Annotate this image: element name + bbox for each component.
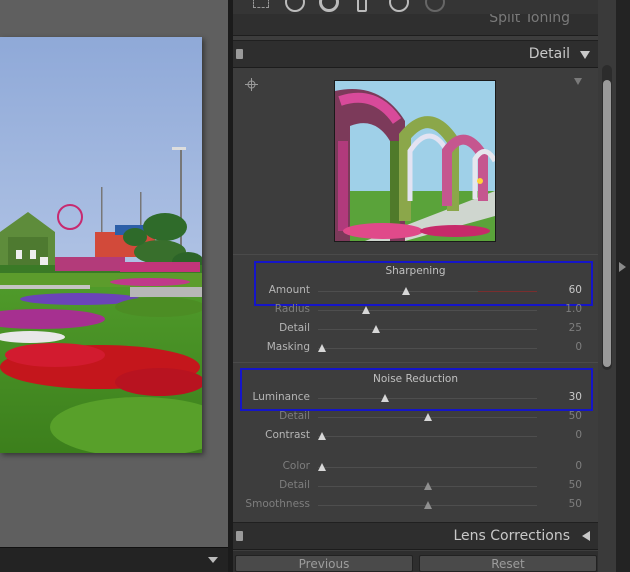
collapse-triangle-icon[interactable] xyxy=(580,51,590,59)
detail-panel-title: Detail xyxy=(528,46,570,62)
tool-crop-icon[interactable] xyxy=(253,0,269,8)
slider-thumb[interactable] xyxy=(372,325,381,333)
sharpening-masking-row[interactable]: Masking 0 xyxy=(233,340,598,356)
slider-thumb[interactable] xyxy=(318,463,327,471)
slider-value[interactable]: 60 xyxy=(569,284,582,296)
slider-thumb[interactable] xyxy=(380,394,389,402)
nr-contrast-row[interactable]: Contrast 0 xyxy=(233,428,598,444)
target-adjustment-icon[interactable] xyxy=(245,78,258,91)
slider-label: Detail xyxy=(279,479,310,491)
detail-panel-header[interactable]: Detail xyxy=(233,40,598,68)
lens-corrections-header[interactable]: Lens Corrections xyxy=(233,522,598,550)
photo-canvas[interactable] xyxy=(0,0,228,547)
nr-luminance-detail-row[interactable]: Detail 50 xyxy=(233,409,598,425)
sharpening-radius-row[interactable]: Radius 1.0 xyxy=(233,302,598,318)
slider-value[interactable]: 0 xyxy=(575,429,582,441)
slider-track[interactable] xyxy=(318,310,537,311)
preview-options-icon[interactable] xyxy=(574,78,582,85)
slider-value[interactable]: 30 xyxy=(569,391,582,403)
nr-color-detail-row[interactable]: Detail 50 xyxy=(233,478,598,494)
previous-button[interactable]: Previous xyxy=(235,555,413,572)
slider-value[interactable]: 50 xyxy=(569,410,582,422)
slider-value[interactable]: 1.0 xyxy=(565,303,582,315)
slider-thumb[interactable] xyxy=(401,287,410,295)
right-panel-edge[interactable] xyxy=(616,0,630,572)
bottom-button-bar: Previous Reset xyxy=(233,551,598,572)
slider-label: Smoothness xyxy=(245,498,310,510)
slider-label: Luminance xyxy=(252,391,310,403)
panel-switch-icon[interactable] xyxy=(236,531,243,541)
slider-label: Radius xyxy=(274,303,310,315)
slider-value[interactable]: 50 xyxy=(569,479,582,491)
slider-value[interactable]: 50 xyxy=(569,498,582,510)
slider-label: Contrast xyxy=(265,429,310,441)
slider-track[interactable] xyxy=(318,398,537,399)
nr-smoothness-row[interactable]: Smoothness 50 xyxy=(233,497,598,513)
expand-triangle-icon[interactable] xyxy=(582,531,590,541)
slider-label: Detail xyxy=(279,322,310,334)
slider-track[interactable] xyxy=(318,348,537,349)
slider-thumb[interactable] xyxy=(423,482,432,490)
slider-label: Amount xyxy=(268,284,310,296)
sharpening-detail-row[interactable]: Detail 25 xyxy=(233,321,598,337)
scrollbar-thumb[interactable] xyxy=(603,80,611,367)
slider-track[interactable] xyxy=(318,467,537,468)
filmstrip-toolbar xyxy=(0,547,228,572)
tool-circle-icon[interactable] xyxy=(285,0,305,12)
nr-color-row[interactable]: Color 0 xyxy=(233,459,598,475)
nr-luminance-row[interactable]: Luminance 30 xyxy=(233,390,598,406)
section-divider xyxy=(233,362,598,363)
slider-thumb[interactable] xyxy=(318,432,327,440)
panel-scrollbar[interactable] xyxy=(598,0,616,572)
hide-panel-triangle-icon[interactable] xyxy=(619,262,626,272)
tool-disabled-icon xyxy=(425,0,445,12)
slider-track[interactable] xyxy=(318,329,537,330)
slider-track[interactable] xyxy=(318,436,537,437)
detail-panel-body: Sharpening Amount 60 Radius 1.0 Detail 2… xyxy=(233,68,598,520)
slider-track-warning xyxy=(478,291,537,292)
panel-switch-icon[interactable] xyxy=(236,49,243,59)
split-toning-title: Split Toning xyxy=(489,14,570,26)
detail-zoom-preview[interactable] xyxy=(334,80,496,242)
filmstrip-toggle-icon[interactable] xyxy=(208,557,218,563)
slider-thumb[interactable] xyxy=(423,413,432,421)
split-toning-header[interactable]: Split Toning xyxy=(233,14,598,36)
slider-label: Detail xyxy=(279,410,310,422)
slider-label: Masking xyxy=(266,341,310,353)
develop-right-panel: Split Toning Detail Sharpening Amount 60… xyxy=(233,0,598,572)
tool-brush-icon[interactable] xyxy=(357,0,367,12)
slider-label: Color xyxy=(282,460,310,472)
slider-thumb[interactable] xyxy=(423,501,432,509)
tool-redeye-icon[interactable] xyxy=(389,0,409,12)
slider-thumb[interactable] xyxy=(362,306,371,314)
slider-value[interactable]: 0 xyxy=(575,341,582,353)
slider-value[interactable]: 25 xyxy=(569,322,582,334)
slider-thumb[interactable] xyxy=(318,344,327,352)
tool-strip xyxy=(233,0,598,14)
tool-radial-icon[interactable] xyxy=(319,0,339,12)
photo-preview[interactable] xyxy=(0,37,202,453)
section-divider xyxy=(233,254,598,255)
lens-corrections-title: Lens Corrections xyxy=(453,528,570,544)
sharpening-amount-row[interactable]: Amount 60 xyxy=(233,283,598,299)
slider-value[interactable]: 0 xyxy=(575,460,582,472)
reset-button[interactable]: Reset xyxy=(419,555,597,572)
detail-preview-zone xyxy=(233,68,598,254)
